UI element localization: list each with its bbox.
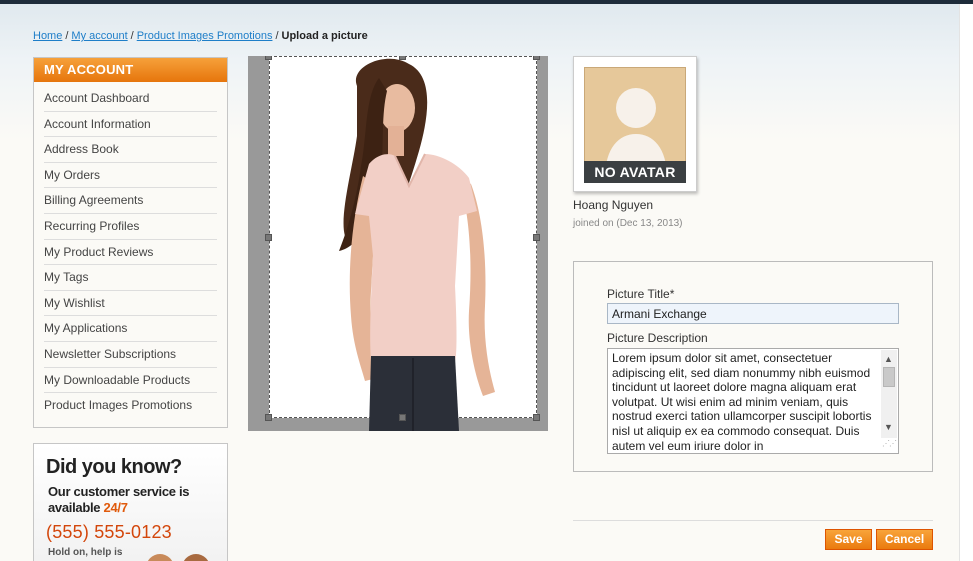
image-cropper[interactable] (248, 56, 548, 431)
breadcrumb-current: Upload a picture (281, 30, 368, 42)
crop-handle-middle-right[interactable] (533, 234, 540, 241)
picture-description-text: Lorem ipsum dolor sit amet, consectetuer… (612, 351, 872, 453)
picture-form: Picture Title* Picture Description Lorem… (573, 261, 933, 472)
breadcrumb: Home / My account / Product Images Promotion… (33, 30, 368, 42)
save-button[interactable]: Save (825, 529, 872, 550)
promo-phone: (555) 555-0123 (46, 522, 172, 542)
scroll-up-icon[interactable]: ▲ (884, 352, 893, 367)
crop-handle-top-left[interactable] (265, 56, 272, 60)
promo-line-2: available 24/7 (48, 500, 128, 515)
crop-handle-top-right[interactable] (533, 56, 540, 60)
crop-handle-bottom-right[interactable] (533, 414, 540, 421)
picture-title-label: Picture Title* (607, 287, 675, 301)
breadcrumb-home-link[interactable]: Home (33, 30, 62, 42)
sidebar-item-my-tags[interactable]: My Tags (44, 265, 217, 291)
sidebar-item-account-information[interactable]: Account Information (44, 112, 217, 138)
account-nav-list: Account Dashboard Account Information Ad… (34, 82, 227, 419)
promo-line-1: Our customer service is (48, 484, 190, 499)
sidebar-item-my-applications[interactable]: My Applications (44, 316, 217, 342)
crop-handle-bottom-center[interactable] (399, 414, 406, 421)
sidebar-item-my-wishlist[interactable]: My Wishlist (44, 291, 217, 317)
breadcrumb-separator: / (275, 30, 279, 42)
sidebar-item-product-images-promotions[interactable]: Product Images Promotions (44, 393, 217, 419)
user-name: Hoang Nguyen (573, 198, 654, 212)
promo-highlight: 24/7 (103, 500, 128, 515)
form-divider (573, 520, 933, 521)
scroll-down-icon[interactable]: ▼ (884, 420, 893, 435)
sidebar-item-newsletter-subscriptions[interactable]: Newsletter Subscriptions (44, 342, 217, 368)
picture-description-label: Picture Description (607, 331, 708, 345)
scroll-thumb[interactable] (883, 367, 895, 387)
page-right-edge (959, 4, 973, 561)
description-scrollbar[interactable]: ▲ ▼ (881, 350, 897, 438)
customer-service-promo: Did you know? Our customer service is av… (33, 443, 228, 561)
breadcrumb-separator: / (65, 30, 69, 42)
breadcrumb-separator: / (130, 30, 134, 42)
top-bar (0, 0, 973, 4)
sidebar-item-my-product-reviews[interactable]: My Product Reviews (44, 240, 217, 266)
sidebar-item-account-dashboard[interactable]: Account Dashboard (44, 86, 217, 112)
picture-description-textarea[interactable]: Lorem ipsum dolor sit amet, consectetuer… (607, 348, 899, 454)
avatar: NO AVATAR (573, 56, 697, 192)
promo-hold-text: Hold on, help is (48, 547, 123, 558)
my-account-title: MY ACCOUNT (34, 58, 227, 82)
sidebar-item-my-downloadable-products[interactable]: My Downloadable Products (44, 368, 217, 394)
sidebar-item-my-orders[interactable]: My Orders (44, 163, 217, 189)
sidebar-item-billing-agreements[interactable]: Billing Agreements (44, 188, 217, 214)
cancel-button[interactable]: Cancel (876, 529, 933, 550)
sidebar-item-address-book[interactable]: Address Book (44, 137, 217, 163)
crop-handle-middle-left[interactable] (265, 234, 272, 241)
crop-handle-top-center[interactable] (399, 56, 406, 60)
breadcrumb-promotions-link[interactable]: Product Images Promotions (137, 30, 273, 42)
no-avatar-label: NO AVATAR (584, 161, 686, 183)
picture-title-input[interactable] (607, 303, 899, 324)
my-account-menu: MY ACCOUNT Account Dashboard Account Inf… (33, 57, 228, 428)
promo-title: Did you know? (46, 456, 182, 478)
promo-line-2-prefix: available (48, 500, 104, 515)
crop-handle-bottom-left[interactable] (265, 414, 272, 421)
breadcrumb-my-account-link[interactable]: My account (71, 30, 127, 42)
resize-grip-icon[interactable]: ⋰⋰ (882, 437, 897, 452)
sidebar-item-recurring-profiles[interactable]: Recurring Profiles (44, 214, 217, 240)
joined-date: joined on (Dec 13, 2013) (573, 218, 683, 229)
support-agents-image (146, 554, 216, 561)
uploaded-photo (339, 58, 495, 431)
